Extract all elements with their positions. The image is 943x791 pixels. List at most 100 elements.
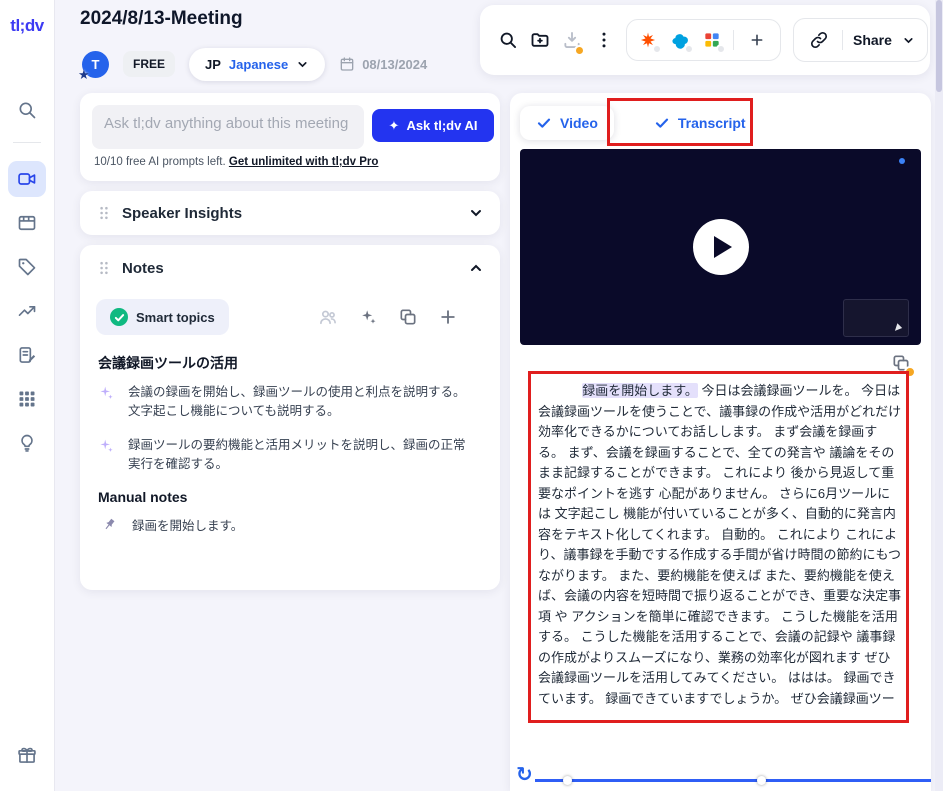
transcript-body: 今日は会議録画ツールを。 今日は会議録画ツールを使うことで、議事録の作成や活用が… [538,383,901,709]
meeting-meta-row: T ★ FREE JP Japanese 08/13/2024 [82,46,427,82]
meeting-toolbar: Share [480,5,930,75]
app-root: tl;dv [0,0,943,791]
calendar-icon [339,56,355,72]
integration-badge [652,44,662,54]
language-code: JP [205,57,221,72]
kebab-menu-button[interactable] [594,27,614,53]
drag-handle-icon[interactable] [96,260,112,276]
tab-video[interactable]: Video [520,106,614,140]
notes-actions [318,307,484,327]
ai-note-item: 会議の録画を開始し、録画ツールの使用と利点を説明する。文字起こし機能についても説… [98,383,484,422]
library-icon [17,213,37,233]
speaker-insights-card[interactable]: Speaker Insights [80,191,500,235]
sidebar-tips-button[interactable] [8,425,46,461]
ask-ai-button[interactable]: ✦ Ask tl;dv AI [372,109,494,142]
smart-topics-button[interactable]: Smart topics [96,299,229,335]
plan-badge: FREE [123,51,175,77]
avatar[interactable]: T ★ [82,51,109,78]
media-card: Video Transcript 録画を開始します。 今日は会議録画ツールを。 … [510,93,931,791]
sidebar-templates-button[interactable] [8,337,46,373]
sparkle-wand-icon[interactable] [358,307,378,327]
sidebar-analytics-button[interactable] [8,293,46,329]
drag-handle-icon[interactable] [96,205,112,221]
page-scrollbar[interactable] [935,0,943,791]
notes-toolbar: Smart topics [96,299,484,335]
sparkle-icon [98,436,118,475]
search-icon [17,100,37,120]
pin-icon [102,517,120,533]
people-icon[interactable] [318,307,338,327]
screenshare-thumbnail [843,299,909,337]
chevron-up-icon[interactable] [468,260,484,276]
play-button[interactable] [693,219,749,275]
ask-ai-card: ✦ Ask tl;dv AI 10/10 free AI prompts lef… [80,93,500,181]
smart-topic-heading: 会議録画ツールの活用 [98,353,484,373]
transcript-highlight: 録画を開始します。 [582,383,698,398]
manual-notes-heading: Manual notes [98,489,484,505]
scrollbar-thumb[interactable] [936,0,942,92]
toolbar-divider [733,30,734,50]
ask-ai-input[interactable] [92,105,364,149]
integration-salesforce-button[interactable] [669,29,691,51]
move-to-folder-button[interactable] [530,27,550,53]
apps-grid-icon [17,389,37,409]
sidebar-rewards-button[interactable] [8,737,46,773]
sidebar-library-button[interactable] [8,205,46,241]
prompts-remaining: 10/10 free AI prompts left. Get unlimite… [94,156,378,168]
toolbar-search-button[interactable] [498,27,518,53]
notes-icon [17,345,37,365]
notes-card: Notes Smart topics 会議録画ツールの活用 会議の録画を開始し、… [80,245,500,590]
lightbulb-icon [17,433,37,453]
tag-icon [17,257,37,277]
integration-zapier-button[interactable] [637,29,659,51]
integration-badge [684,44,694,54]
transcript-text[interactable]: 録画を開始します。 今日は会議録画ツールを。 今日は会議録画ツールを使うことで、… [538,381,903,709]
share-group: Share [793,18,928,62]
chevron-down-icon [296,58,309,71]
copy-transcript-button[interactable] [891,353,911,373]
loading-spinner-icon: ↻ [516,762,533,787]
avatar-star-icon: ★ [78,67,90,83]
integrations-group [626,19,781,61]
manual-note-item: 録画を開始します。 [102,517,484,536]
upgrade-link[interactable]: Get unlimited with tl;dv Pro [229,156,379,168]
meeting-date: 08/13/2024 [339,56,427,72]
sidebar-divider [13,142,41,143]
sidebar-meetings-button[interactable] [8,161,46,197]
copy-icon[interactable] [398,307,418,327]
cursor-icon [895,323,903,332]
sidebar-search-button[interactable] [8,92,46,128]
tldv-logo: tl;dv [10,16,43,36]
video-player[interactable] [520,149,921,345]
check-circle-icon [110,308,128,326]
notes-header: Notes [96,245,484,291]
integration-apps-button[interactable] [701,29,723,51]
sidebar-apps-button[interactable] [8,381,46,417]
language-selector[interactable]: JP Japanese [189,48,325,81]
sidebar-tags-button[interactable] [8,249,46,285]
timeline-marker[interactable] [563,776,572,785]
recording-indicator-dot [899,158,905,164]
ai-note-item: 録画ツールの要約機能と活用メリットを説明し、録画の正常実行を確認する。 [98,436,484,475]
share-button[interactable]: Share [853,32,892,48]
video-camera-icon [17,169,37,189]
language-name: Japanese [229,57,288,72]
sidebar: tl;dv [0,0,55,791]
toolbar-divider [842,30,843,50]
playback-timeline[interactable] [535,779,931,782]
speaker-insights-title: Speaker Insights [122,205,242,222]
download-button[interactable] [562,27,582,53]
chevron-down-icon [902,34,915,47]
add-integration-button[interactable] [744,27,770,53]
download-lock-badge [574,45,585,56]
notes-title: Notes [122,260,164,277]
plus-icon[interactable] [438,307,458,327]
copy-link-button[interactable] [806,27,832,53]
chevron-down-icon[interactable] [468,205,484,221]
check-icon [536,115,552,131]
tab-transcript[interactable]: Transcript [638,106,762,140]
check-icon [654,115,670,131]
timeline-marker[interactable] [757,776,766,785]
page-title: 2024/8/13-Meeting [80,8,243,30]
copy-badge [904,366,916,378]
